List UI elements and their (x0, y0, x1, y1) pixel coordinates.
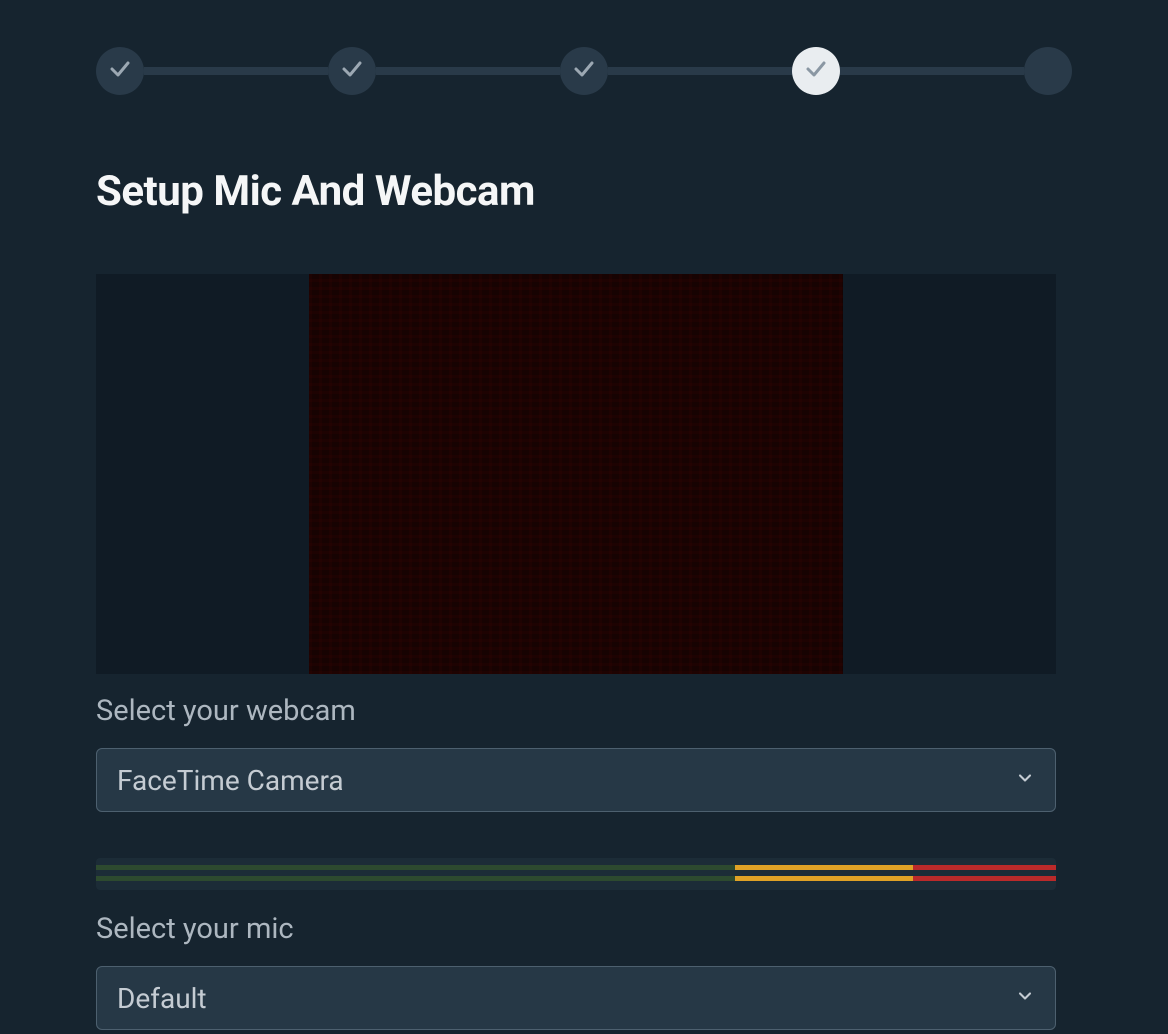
mic-level-yellow (735, 858, 913, 890)
webcam-select[interactable]: FaceTime Camera (96, 748, 1056, 812)
step-4-active[interactable] (792, 47, 840, 95)
setup-stepper (96, 47, 1072, 95)
webcam-select-value: FaceTime Camera (117, 764, 1015, 797)
webcam-preview (96, 274, 1056, 674)
mic-level-meter (96, 858, 1056, 890)
chevron-down-icon (1015, 768, 1035, 792)
step-2[interactable] (328, 47, 376, 95)
mic-select[interactable]: Default (96, 966, 1056, 1030)
step-connector (608, 67, 792, 75)
step-3[interactable] (560, 47, 608, 95)
check-icon (572, 57, 596, 85)
mic-level-red (913, 858, 1056, 890)
check-icon (340, 57, 364, 85)
check-icon (108, 57, 132, 85)
mic-select-label: Select your mic (96, 912, 1072, 946)
webcam-feed (309, 274, 843, 674)
page-title: Setup Mic And Webcam (96, 167, 1072, 216)
check-icon (804, 57, 828, 85)
step-connector (144, 67, 328, 75)
step-connector (376, 67, 560, 75)
step-1[interactable] (96, 47, 144, 95)
step-connector (840, 67, 1024, 75)
mic-level-green (96, 858, 735, 890)
chevron-down-icon (1015, 986, 1035, 1010)
mic-select-value: Default (117, 982, 1015, 1015)
webcam-select-label: Select your webcam (96, 694, 1072, 728)
step-5[interactable] (1024, 47, 1072, 95)
